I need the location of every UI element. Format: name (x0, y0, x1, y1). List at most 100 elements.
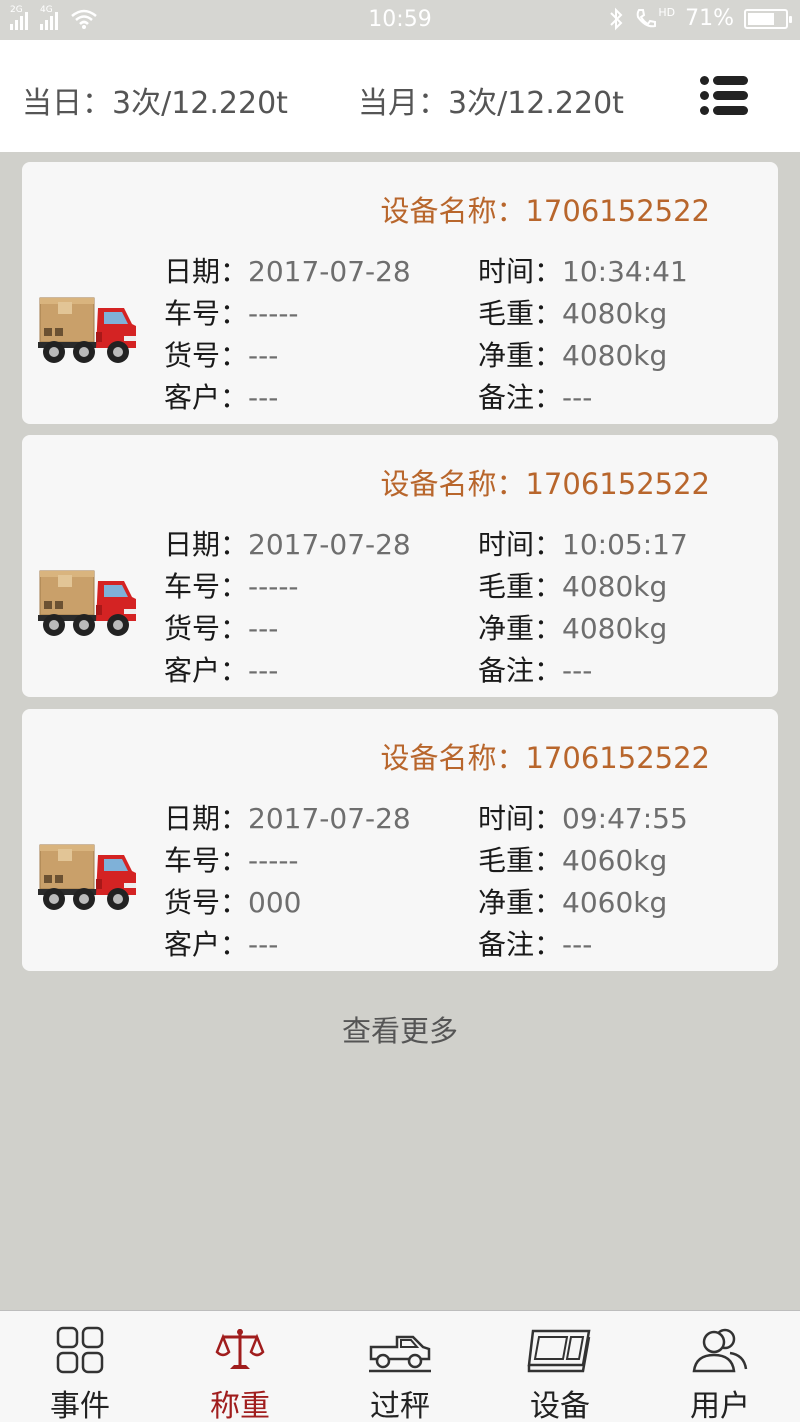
cargo-truck-icon (38, 297, 136, 363)
cargo-field: 货号：000 (164, 881, 301, 921)
plate-field: 车号：----- (164, 565, 299, 605)
pickup-truck-icon (369, 1335, 431, 1373)
gross-weight-label: 毛重： (478, 844, 563, 877)
plate-value: ----- (248, 844, 299, 877)
cargo-label: 货号： (164, 339, 249, 372)
date-label: 日期： (164, 802, 249, 835)
cargo-label: 货号： (164, 612, 249, 645)
device-icon (527, 1329, 591, 1373)
time-value: 10:34:41 (562, 255, 688, 288)
hd-call-icon: HD (634, 7, 675, 31)
date-value: 2017-07-28 (248, 528, 411, 561)
device-name: 设备名称：1706152522 (380, 467, 710, 501)
net-weight-value: 4080kg (562, 339, 668, 372)
customer-field: 客户：--- (164, 649, 278, 689)
tab-weighing[interactable]: 称重 (160, 1311, 320, 1422)
note-field: 备注：--- (478, 376, 592, 416)
net-weight-label: 净重： (478, 612, 563, 645)
tab-events[interactable]: 事件 (0, 1311, 160, 1422)
note-value: --- (562, 381, 593, 414)
tab-label: 称重 (210, 1389, 270, 1422)
weigh-record-card[interactable]: 设备名称：1706152522 日期：2017-07-28 时间：10:34:4… (22, 162, 778, 424)
cargo-truck-icon (38, 844, 136, 910)
device-name: 设备名称：1706152522 (380, 741, 710, 775)
cargo-value: --- (248, 612, 279, 645)
time-field: 时间：09:47:55 (478, 797, 688, 837)
net-weight-label: 净重： (478, 886, 563, 919)
date-field: 日期：2017-07-28 (164, 250, 411, 290)
net-weight-value: 4060kg (562, 886, 668, 919)
customer-value: --- (248, 928, 279, 961)
cargo-value: --- (248, 339, 279, 372)
date-field: 日期：2017-07-28 (164, 797, 411, 837)
note-field: 备注：--- (478, 923, 592, 963)
list-icon (700, 76, 748, 85)
date-value: 2017-07-28 (248, 802, 411, 835)
net-weight-field: 净重：4080kg (478, 334, 667, 374)
summary-header: 当日：3次/12.220t 当月：3次/12.220t (0, 40, 800, 152)
hd-label: HD (658, 5, 676, 19)
note-label: 备注： (478, 928, 563, 961)
customer-label: 客户： (164, 928, 249, 961)
gross-weight-field: 毛重：4080kg (478, 565, 667, 605)
date-value: 2017-07-28 (248, 255, 411, 288)
time-value: 09:47:55 (562, 802, 688, 835)
tab-label: 用户 (690, 1389, 750, 1422)
weigh-record-card[interactable]: 设备名称：1706152522 日期：2017-07-28 时间：10:05:1… (22, 435, 778, 697)
tab-label: 设备 (530, 1389, 590, 1422)
plate-label: 车号： (164, 570, 249, 603)
gross-weight-field: 毛重：4080kg (478, 292, 667, 332)
gross-weight-value: 4060kg (562, 844, 668, 877)
note-label: 备注： (478, 654, 563, 687)
battery-percent: 71% (685, 6, 734, 31)
note-label: 备注： (478, 381, 563, 414)
today-summary: 当日：3次/12.220t (22, 86, 288, 121)
note-value: --- (562, 654, 593, 687)
date-label: 日期： (164, 528, 249, 561)
gross-weight-value: 4080kg (562, 570, 668, 603)
plate-value: ----- (248, 297, 299, 330)
bluetooth-icon (610, 7, 623, 30)
time-value: 10:05:17 (562, 528, 688, 561)
time-label: 时间： (478, 528, 563, 561)
list-menu-button[interactable] (700, 74, 750, 118)
status-bar: 2G 4G 10:59 HD 71% (0, 0, 800, 40)
plate-field: 车号：----- (164, 292, 299, 332)
view-more-link[interactable]: 查看更多 (0, 1008, 800, 1050)
date-label: 日期： (164, 255, 249, 288)
time-label: 时间： (478, 802, 563, 835)
customer-field: 客户：--- (164, 923, 278, 963)
month-summary: 当月：3次/12.220t (358, 86, 624, 121)
scale-icon (215, 1329, 265, 1369)
gross-weight-label: 毛重： (478, 570, 563, 603)
time-label: 时间： (478, 255, 563, 288)
cargo-label: 货号： (164, 886, 249, 919)
tab-label: 事件 (50, 1389, 110, 1422)
time-field: 时间：10:05:17 (478, 523, 688, 563)
plate-label: 车号： (164, 844, 249, 877)
tab-device[interactable]: 设备 (480, 1311, 640, 1422)
gross-weight-field: 毛重：4060kg (478, 839, 667, 879)
plate-value: ----- (248, 570, 299, 603)
customer-label: 客户： (164, 381, 249, 414)
weigh-record-card[interactable]: 设备名称：1706152522 日期：2017-07-28 时间：09:47:5… (22, 709, 778, 971)
tab-users[interactable]: 用户 (640, 1311, 800, 1422)
tab-pass-scale[interactable]: 过秤 (320, 1311, 480, 1422)
cargo-field: 货号：--- (164, 334, 278, 374)
note-value: --- (562, 928, 593, 961)
grid-icon (56, 1326, 104, 1374)
gross-weight-value: 4080kg (562, 297, 668, 330)
time-field: 时间：10:34:41 (478, 250, 688, 290)
customer-value: --- (248, 381, 279, 414)
cargo-value: 000 (248, 886, 302, 919)
cargo-truck-icon (38, 570, 136, 636)
net-weight-field: 净重：4080kg (478, 607, 667, 647)
net-weight-field: 净重：4060kg (478, 881, 667, 921)
users-icon (692, 1328, 748, 1373)
note-field: 备注：--- (478, 649, 592, 689)
battery-icon (744, 8, 792, 29)
tab-label: 过秤 (370, 1389, 430, 1422)
customer-value: --- (248, 654, 279, 687)
cargo-field: 货号：--- (164, 607, 278, 647)
plate-label: 车号： (164, 297, 249, 330)
